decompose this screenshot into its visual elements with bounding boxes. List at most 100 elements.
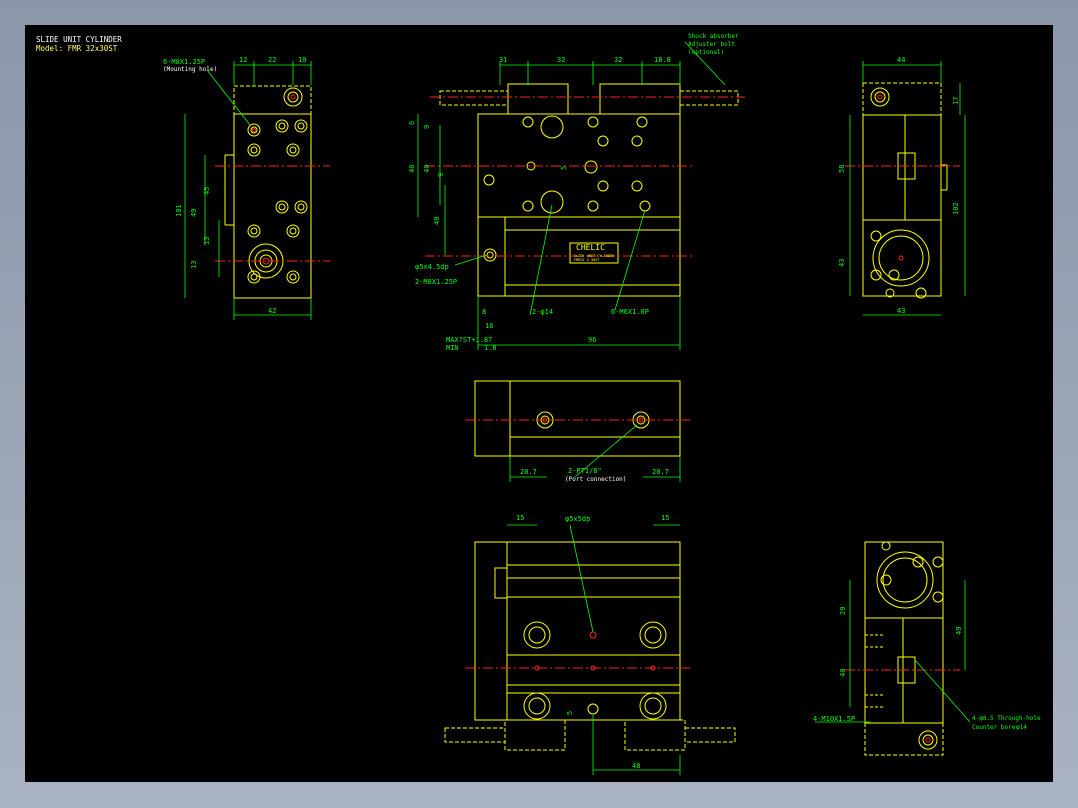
dim: 5 [566, 710, 574, 715]
label-tap-m8: 2-M8X1.25P [415, 278, 458, 286]
dim: 18.8 [654, 56, 671, 64]
front-view-bore [540, 190, 564, 214]
dim: 40 [433, 216, 441, 225]
nameplate-brand: CHELIC [576, 243, 605, 252]
label-adjuster-bolt: Adjuster bolt [688, 41, 735, 48]
mount-hole [275, 200, 289, 214]
dimension-lines [184, 41, 971, 775]
right-view-adjuster-bolt [870, 87, 890, 107]
dim: 17 [952, 96, 960, 105]
nameplate-line2: FMR32 X 30ST [574, 258, 600, 262]
centerlines [215, 94, 960, 743]
bottom-view-bore [523, 621, 551, 649]
dim: 49 [955, 626, 963, 635]
dim: 22 [268, 56, 277, 64]
label-tap-m6: 6-M6X1.0P [611, 308, 649, 316]
label-stroke-min-val: 1.8 [484, 344, 497, 352]
label-port: 2-PT1/8" [568, 467, 602, 475]
left-view [224, 85, 312, 299]
cad-drawing [184, 41, 971, 775]
label-counter-bore-val: φ14 [1016, 724, 1027, 731]
end-view-adjuster-bolt [918, 730, 938, 750]
bottom-view-bore [523, 692, 551, 720]
label-through-hole: 4-φ8.5 Through-hole [972, 715, 1041, 722]
right-view-shock-housing [862, 82, 942, 116]
end-view [864, 541, 944, 756]
dim: 46 [408, 164, 416, 173]
label-tap-m10: 4-M10X1.5P [813, 715, 856, 723]
dim: 32 [557, 56, 566, 64]
label-pin-hole: φ5x4.5dp [415, 263, 449, 271]
dim: 43 [897, 307, 906, 315]
drawing-title: SLIDE UNIT CYLINDER [36, 35, 122, 44]
dim: 42 [268, 307, 277, 315]
dim: 45 [203, 186, 211, 195]
label-phi14: 2-φ14 [532, 308, 554, 316]
label-counter-bore: Counter bore [972, 724, 1016, 731]
right-view [862, 82, 948, 299]
dim: 15 [516, 514, 525, 522]
dim: 48 [632, 762, 641, 770]
dim: 43 [838, 258, 846, 267]
label-mount-hole: 6-M8X1.25P [163, 58, 206, 66]
dim: 13 [203, 236, 211, 245]
dim: 44 [897, 56, 906, 64]
dim: 9 [423, 124, 431, 129]
dim: 20.7 [520, 468, 537, 476]
dim: 20.7 [652, 468, 669, 476]
shock-absorber-right [679, 90, 739, 106]
port-side-view [474, 380, 681, 457]
dim: 16 [485, 322, 494, 330]
dim: 8 [482, 308, 487, 316]
mount-hole [286, 224, 300, 238]
shock-absorber-left [439, 90, 509, 106]
label-optional: (optional) [688, 49, 725, 56]
dim: 101 [175, 204, 183, 217]
mount-hole [294, 119, 308, 133]
dim: 31 [499, 56, 508, 64]
dim: 9 [437, 172, 445, 177]
bottom-view [444, 541, 736, 751]
dim: 96 [588, 336, 597, 344]
port-view-end-plate [474, 380, 511, 457]
label-pin-hole-b: φ5x5dp [565, 515, 591, 523]
title-block: SLIDE UNIT CYLINDER Model: FMR 32x30ST [36, 35, 122, 53]
right-view-upper [862, 114, 942, 221]
dim: 29 [839, 606, 847, 615]
mount-hole [275, 119, 289, 133]
bottom-view-stopper-right [624, 719, 686, 751]
port-view-body [509, 380, 681, 457]
bottom-view-bore [639, 692, 667, 720]
mount-hole [247, 224, 261, 238]
dim: 12 [239, 56, 248, 64]
dim: 6 [408, 120, 416, 125]
mount-hole [247, 143, 261, 157]
dim: 40 [423, 164, 431, 173]
front-view [439, 83, 739, 297]
label-shock-absorber: Shock absorber [688, 33, 739, 40]
dim: 49 [190, 208, 198, 217]
drawing-canvas: SLIDE UNIT CYLINDER Model: FMR 32x30ST 6… [25, 25, 1053, 782]
dim: 13 [190, 260, 198, 269]
front-view-stopper-left [507, 83, 569, 115]
label-stroke-max: MAX?ST+1.87 [446, 336, 493, 344]
front-view-bore [540, 115, 564, 139]
dim: 15 [661, 514, 670, 522]
dim: 5 [560, 165, 568, 170]
dim: 102 [952, 202, 960, 215]
dim: 10 [298, 56, 307, 64]
right-view-bore [872, 229, 930, 287]
bottom-view-bore [639, 621, 667, 649]
left-view-adjuster-bolt [283, 87, 303, 107]
drawing-model: Model: FMR 32x30ST [36, 44, 118, 53]
bottom-view-stopper-left [504, 719, 566, 751]
label-mount-hole-note: (Mounting hole) [163, 66, 218, 73]
end-view-bore [876, 551, 934, 609]
dim: 32 [614, 56, 623, 64]
front-view-stopper-right [599, 83, 681, 115]
mount-hole [286, 143, 300, 157]
mount-hole [286, 270, 300, 284]
mount-hole [294, 200, 308, 214]
dim: 40 [839, 668, 847, 677]
label-port-note: (Port connection) [565, 476, 627, 483]
